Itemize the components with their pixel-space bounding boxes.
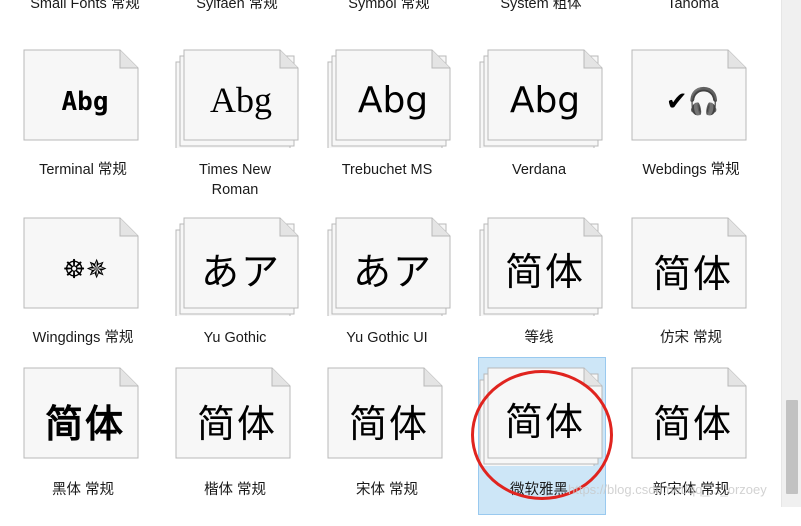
font-family-stack-icon [175, 49, 299, 153]
font-family-stack-icon [327, 217, 451, 321]
font-preview-icon [628, 366, 778, 476]
font-item[interactable]: Abg [476, 48, 606, 208]
watermark-text: https://blog.csdn.net/qq_..._orzoey [568, 482, 767, 497]
font-name-label: 黑体 常规 [51, 482, 115, 498]
font-name-label: Trebuchet MS [341, 162, 433, 178]
font-family-stack-icon [479, 217, 603, 321]
font-item[interactable]: Abg [324, 48, 454, 208]
font-item[interactable]: あア [172, 216, 302, 376]
font-file-icon [327, 367, 443, 459]
font-label-small-fonts[interactable]: Small Fonts 常规 [20, 0, 150, 14]
font-item[interactable]: 简体 [476, 216, 606, 376]
font-family-stack-icon [327, 49, 451, 153]
font-name-label: 仿宋 常规 [659, 330, 723, 346]
font-family-stack-icon [175, 217, 299, 321]
font-label-sylfaen[interactable]: Sylfaen 常规 [172, 0, 302, 14]
font-label-symbol[interactable]: Symbol 常规 [324, 0, 454, 14]
font-file-icon [631, 217, 747, 309]
font-preview-icon [20, 216, 170, 326]
font-grid: Small Fonts 常规 Sylfaen 常规 Symbol 常规 Syst… [0, 0, 780, 515]
font-preview-icon [628, 216, 778, 326]
font-item[interactable]: 简体 [324, 366, 454, 526]
font-name-label: Yu Gothic [203, 330, 267, 346]
font-file-icon [23, 49, 139, 141]
font-label-tahoma[interactable]: Tahoma [628, 0, 758, 14]
font-preview-icon [628, 48, 778, 158]
font-preview-icon [324, 48, 474, 158]
font-preview-icon [172, 366, 322, 476]
font-label-system[interactable]: System 粗体 [476, 0, 606, 14]
highlight-circle [471, 370, 613, 500]
font-item[interactable]: Abg [20, 48, 150, 208]
font-name-label: Yu Gothic UI [346, 330, 428, 346]
font-item[interactable]: ✔🎧 [628, 48, 758, 208]
font-file-icon [175, 367, 291, 459]
font-preview-icon [324, 366, 474, 476]
font-name-label: 等线 [524, 330, 554, 346]
font-item[interactable]: 简体 [20, 366, 150, 526]
font-file-icon [631, 49, 747, 141]
vertical-scrollbar[interactable] [781, 0, 801, 507]
font-item[interactable]: 简体 [172, 366, 302, 526]
font-item[interactable]: 简体 [628, 216, 758, 376]
font-item[interactable]: あア [324, 216, 454, 376]
font-preview-icon [476, 48, 626, 158]
font-name-label: Webdings 常规 [642, 162, 740, 178]
font-name-label: 宋体 常规 [355, 482, 419, 498]
font-preview-icon [476, 216, 626, 326]
font-name-label: Times New Roman [199, 162, 271, 198]
font-item[interactable]: ☸✵ [20, 216, 150, 376]
font-preview-icon [324, 216, 474, 326]
font-preview-icon [20, 366, 170, 476]
font-file-icon [631, 367, 747, 459]
font-name-label: Verdana [511, 162, 567, 178]
font-preview-icon [20, 48, 170, 158]
font-name-label: Terminal 常规 [39, 162, 127, 178]
font-file-icon [23, 217, 139, 309]
font-name-label: 楷体 常规 [203, 482, 267, 498]
font-file-icon [23, 367, 139, 459]
font-preview-icon [172, 216, 322, 326]
scroll-thumb[interactable] [786, 400, 798, 494]
font-family-stack-icon [479, 49, 603, 153]
font-preview-icon [172, 48, 322, 158]
font-item[interactable]: 简体 [628, 366, 758, 526]
font-name-label: Wingdings 常规 [32, 330, 134, 346]
